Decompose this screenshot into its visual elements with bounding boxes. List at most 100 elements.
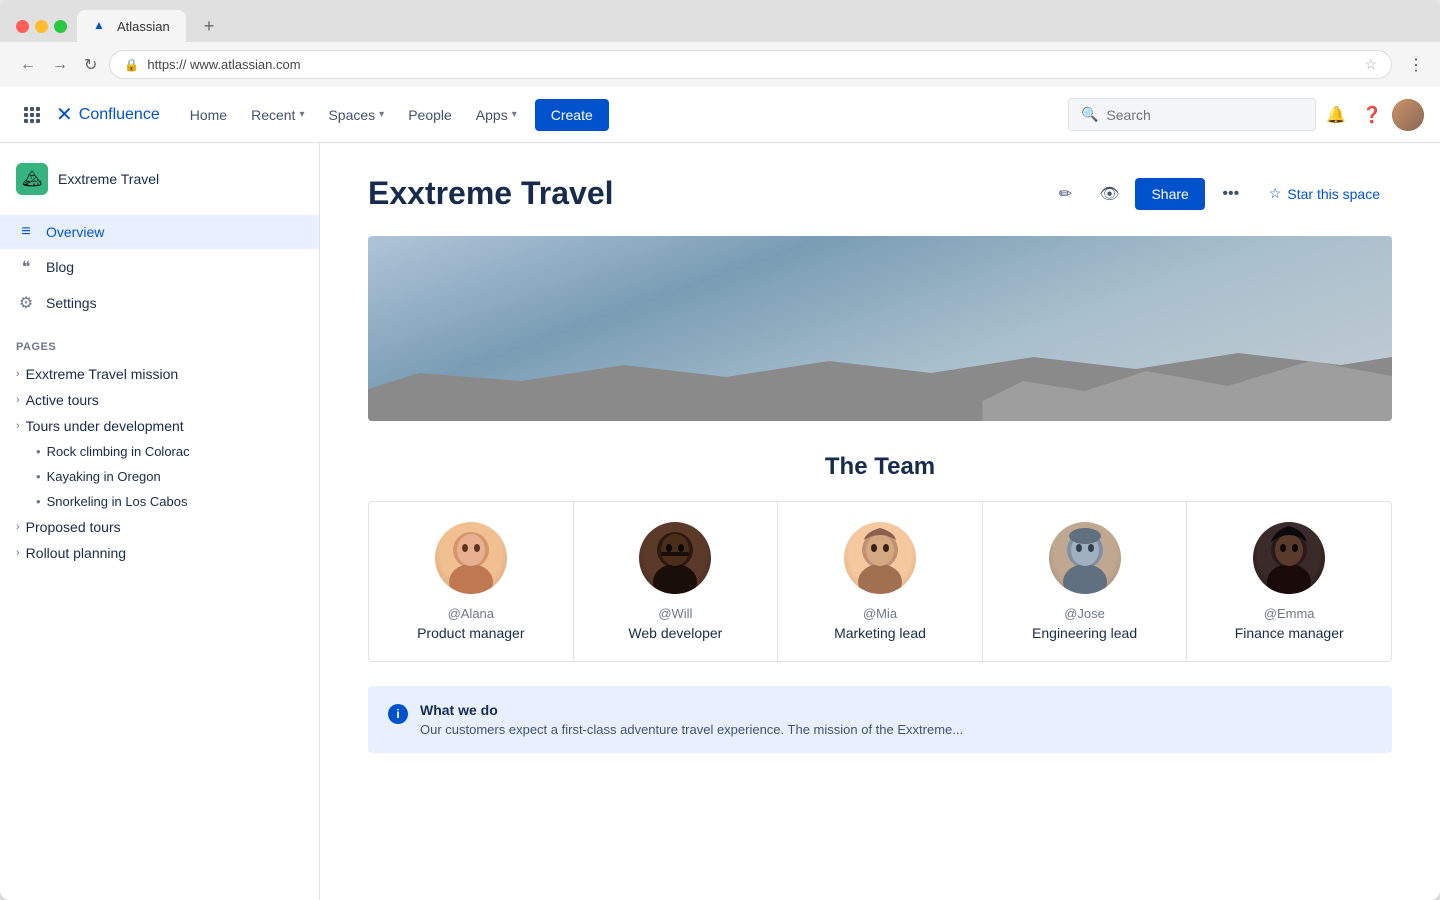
apps-chevron-icon: ▾ xyxy=(512,109,517,120)
settings-label: Settings xyxy=(46,295,97,311)
apps-nav-item[interactable]: Apps ▾ xyxy=(466,99,527,131)
new-tab-button[interactable]: + xyxy=(196,12,223,41)
watch-button[interactable]: 👁 xyxy=(1091,176,1127,212)
info-title: What we do xyxy=(420,702,963,718)
recent-chevron-icon: ▾ xyxy=(299,109,304,120)
page-item-tours-dev[interactable]: › Tours under development xyxy=(16,413,303,439)
page-label: Proposed tours xyxy=(26,519,121,535)
page-item-mission[interactable]: › Exxtreme Travel mission xyxy=(16,361,303,387)
people-nav-item[interactable]: People xyxy=(398,99,462,131)
avatar-will xyxy=(639,522,711,594)
sidebar-item-overview[interactable]: ≡ Overview xyxy=(0,215,319,249)
search-icon: 🔍 xyxy=(1081,106,1098,123)
avatar-mia xyxy=(844,522,916,594)
page-item-rollout[interactable]: › Rollout planning xyxy=(16,540,303,566)
role-will: Web developer xyxy=(590,625,762,641)
team-section: The Team xyxy=(368,453,1392,662)
team-title: The Team xyxy=(368,453,1392,481)
blog-label: Blog xyxy=(46,259,74,275)
search-input[interactable] xyxy=(1106,107,1303,123)
info-icon: i xyxy=(388,704,408,724)
window-controls xyxy=(16,20,67,33)
page-item-proposed[interactable]: › Proposed tours xyxy=(16,514,303,540)
browser-menu-icon[interactable]: ⋮ xyxy=(1408,55,1424,75)
page-header: Exxtreme Travel ✏ 👁 Share ••• ☆ Star thi… xyxy=(320,143,1440,236)
space-name: Exxtreme Travel xyxy=(58,171,159,187)
refresh-button[interactable]: ↻ xyxy=(80,51,101,79)
team-card-mia: @Mia Marketing lead xyxy=(778,502,983,661)
settings-icon: ⚙ xyxy=(16,293,36,313)
address-bar[interactable]: 🔒 https:// www.atlassian.com ☆ xyxy=(109,50,1392,79)
sub-page-label: Snorkeling in Los Cabos xyxy=(47,494,188,509)
team-grid: @Alana Product manager xyxy=(368,501,1392,662)
forward-button[interactable]: → xyxy=(48,52,72,78)
confluence-logo[interactable]: ✕ Confluence xyxy=(56,102,160,127)
spaces-nav-item[interactable]: Spaces ▾ xyxy=(318,99,394,131)
avatar-image xyxy=(1392,99,1424,131)
confluence-icon: ✕ xyxy=(56,102,73,127)
minimize-button[interactable] xyxy=(35,20,48,33)
create-button[interactable]: Create xyxy=(535,99,609,131)
close-button[interactable] xyxy=(16,20,29,33)
lock-icon: 🔒 xyxy=(124,58,139,72)
page-title: Exxtreme Travel xyxy=(368,175,614,212)
page-label: Active tours xyxy=(26,392,99,408)
page-item-active-tours[interactable]: › Active tours xyxy=(16,387,303,413)
grid-menu-icon[interactable] xyxy=(16,99,48,131)
page-actions: ✏ 👁 Share ••• ☆ Star this space xyxy=(1047,176,1392,212)
info-text: Our customers expect a first-class adven… xyxy=(420,722,963,737)
page-chevron-icon: › xyxy=(16,521,20,533)
avatar-alana xyxy=(435,522,507,594)
star-icon: ☆ xyxy=(1269,185,1282,202)
maximize-button[interactable] xyxy=(54,20,67,33)
edit-button[interactable]: ✏ xyxy=(1047,176,1083,212)
overview-icon: ≡ xyxy=(16,223,36,241)
tab-title: Atlassian xyxy=(117,19,170,34)
sub-page-kayaking[interactable]: • Kayaking in Oregon xyxy=(36,464,303,489)
back-button[interactable]: ← xyxy=(16,52,40,78)
hero-svg xyxy=(368,236,1392,421)
recent-nav-item[interactable]: Recent ▾ xyxy=(241,99,314,131)
page-chevron-icon: › xyxy=(16,394,20,406)
pages-section: PAGES › Exxtreme Travel mission › Active… xyxy=(0,341,319,566)
main-content: Exxtreme Travel ✏ 👁 Share ••• ☆ Star thi… xyxy=(320,143,1440,900)
hero-image xyxy=(368,236,1392,421)
sidebar-item-blog[interactable]: ❝ Blog xyxy=(0,249,319,285)
role-mia: Marketing lead xyxy=(794,625,966,641)
sub-page-snorkeling[interactable]: • Snorkeling in Los Cabos xyxy=(36,489,303,514)
main-layout: 🏔 Exxtreme Travel ≡ Overview ❝ Blog ⚙ Se… xyxy=(0,143,1440,900)
team-card-will: @Will Web developer xyxy=(574,502,779,661)
star-space-button[interactable]: ☆ Star this space xyxy=(1257,177,1392,210)
search-bar[interactable]: 🔍 xyxy=(1068,98,1316,131)
sub-page-rock-climbing[interactable]: • Rock climbing in Colorac xyxy=(36,439,303,464)
username-jose: @Jose xyxy=(999,606,1171,621)
sidebar: 🏔 Exxtreme Travel ≡ Overview ❝ Blog ⚙ Se… xyxy=(0,143,320,900)
info-box: i What we do Our customers expect a firs… xyxy=(368,686,1392,753)
page-chevron-icon: › xyxy=(16,368,20,380)
bullet-icon: • xyxy=(36,494,41,509)
home-nav-item[interactable]: Home xyxy=(180,99,237,131)
info-content: What we do Our customers expect a first-… xyxy=(420,702,963,737)
team-card-alana: @Alana Product manager xyxy=(369,502,574,661)
role-emma: Finance manager xyxy=(1203,625,1375,641)
team-card-emma: @Emma Finance manager xyxy=(1187,502,1391,661)
bookmark-icon[interactable]: ☆ xyxy=(1364,56,1377,73)
star-space-label: Star this space xyxy=(1287,186,1380,202)
browser-tab[interactable]: ▲ Atlassian xyxy=(77,10,186,42)
confluence-name: Confluence xyxy=(79,106,160,124)
sidebar-item-settings[interactable]: ⚙ Settings xyxy=(0,285,319,321)
user-avatar[interactable] xyxy=(1392,99,1424,131)
more-actions-button[interactable]: ••• xyxy=(1213,176,1249,212)
sidebar-navigation: ≡ Overview ❝ Blog ⚙ Settings xyxy=(0,215,319,321)
page-label: Exxtreme Travel mission xyxy=(26,366,178,382)
space-icon: 🏔 xyxy=(16,163,48,195)
notifications-button[interactable]: 🔔 xyxy=(1320,99,1352,131)
username-will: @Will xyxy=(590,606,762,621)
space-header: 🏔 Exxtreme Travel xyxy=(0,163,319,215)
role-jose: Engineering lead xyxy=(999,625,1171,641)
share-button[interactable]: Share xyxy=(1135,178,1204,210)
help-button[interactable]: ❓ xyxy=(1356,99,1388,131)
hero-scene xyxy=(368,236,1392,421)
top-nav: ✕ Confluence Home Recent ▾ Spaces ▾ Peop… xyxy=(0,87,1440,143)
role-alana: Product manager xyxy=(385,625,557,641)
